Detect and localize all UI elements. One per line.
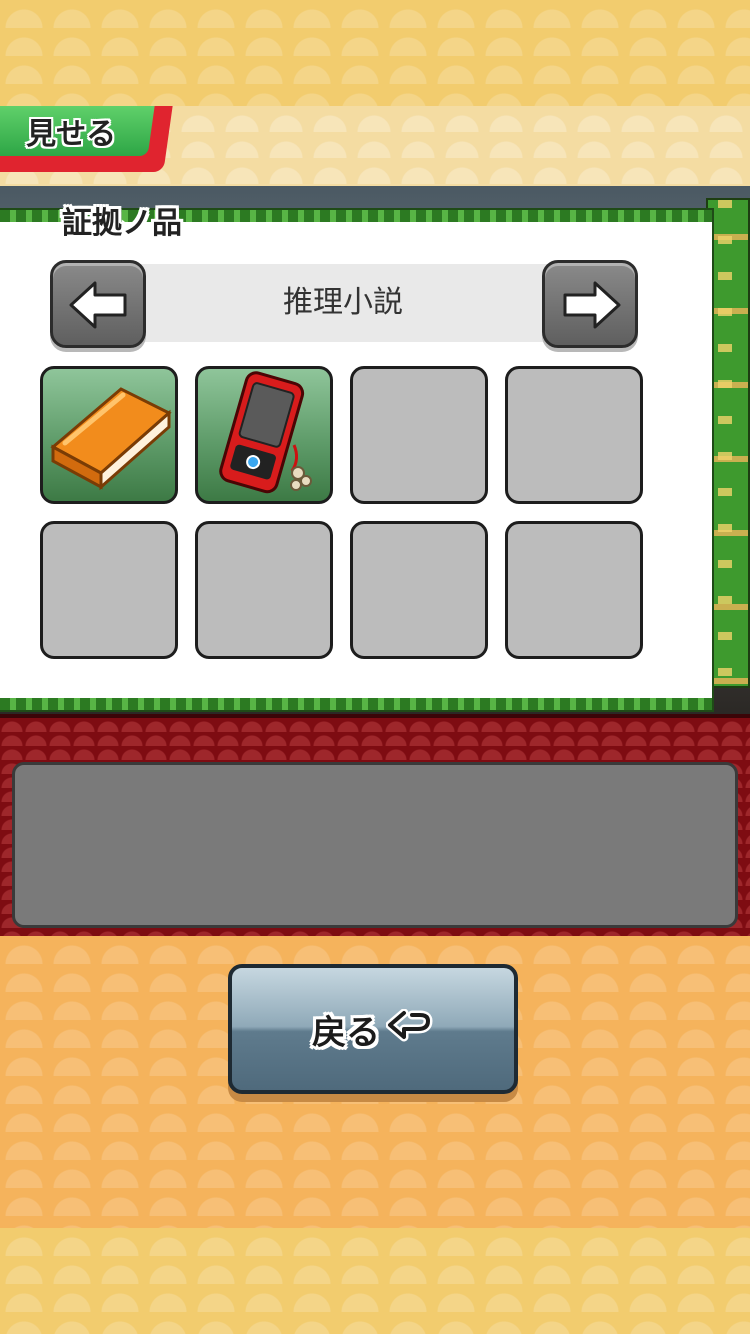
evidence-slot-8[interactable] — [505, 521, 643, 659]
red-phone-icon — [219, 371, 312, 494]
description-box — [12, 762, 738, 928]
evidence-slot-6[interactable] — [195, 521, 333, 659]
show-tab-label: 見せる — [26, 117, 117, 152]
return-arrow-icon — [385, 1008, 434, 1049]
previous-category-button[interactable] — [50, 260, 146, 348]
bottom-decorative-band — [0, 1228, 750, 1334]
back-button[interactable]: 戻る — [228, 964, 518, 1094]
category-selector: 推理小説 — [50, 260, 638, 348]
upper-strip: 見せる — [0, 106, 750, 186]
category-label: 推理小説 — [283, 285, 403, 320]
description-frame — [0, 714, 750, 940]
evidence-slot-5[interactable] — [40, 521, 178, 659]
evidence-slot-3[interactable] — [350, 366, 488, 504]
game-screen: 見せる 推理小説 証拠ノ品 戻る — [0, 106, 750, 1228]
evidence-grid — [40, 366, 650, 666]
show-tab[interactable]: 見せる — [0, 106, 173, 172]
book-icon — [50, 387, 172, 491]
evidence-slot-4[interactable] — [505, 366, 643, 504]
arrow-left-icon — [69, 281, 127, 329]
arrow-right-icon — [563, 281, 621, 329]
scroll-rod — [706, 198, 750, 688]
top-decorative-band — [0, 0, 750, 106]
evidence-slot-2[interactable] — [195, 366, 333, 504]
evidence-panel: 推理小説 — [0, 210, 712, 710]
next-category-button[interactable] — [542, 260, 638, 348]
lower-area: 戻る — [0, 936, 750, 1228]
evidence-slot-1[interactable] — [40, 366, 178, 504]
evidence-slot-7[interactable] — [350, 521, 488, 659]
panel-title: 証拠ノ品 — [62, 206, 182, 241]
back-button-label: 戻る — [312, 1012, 380, 1053]
